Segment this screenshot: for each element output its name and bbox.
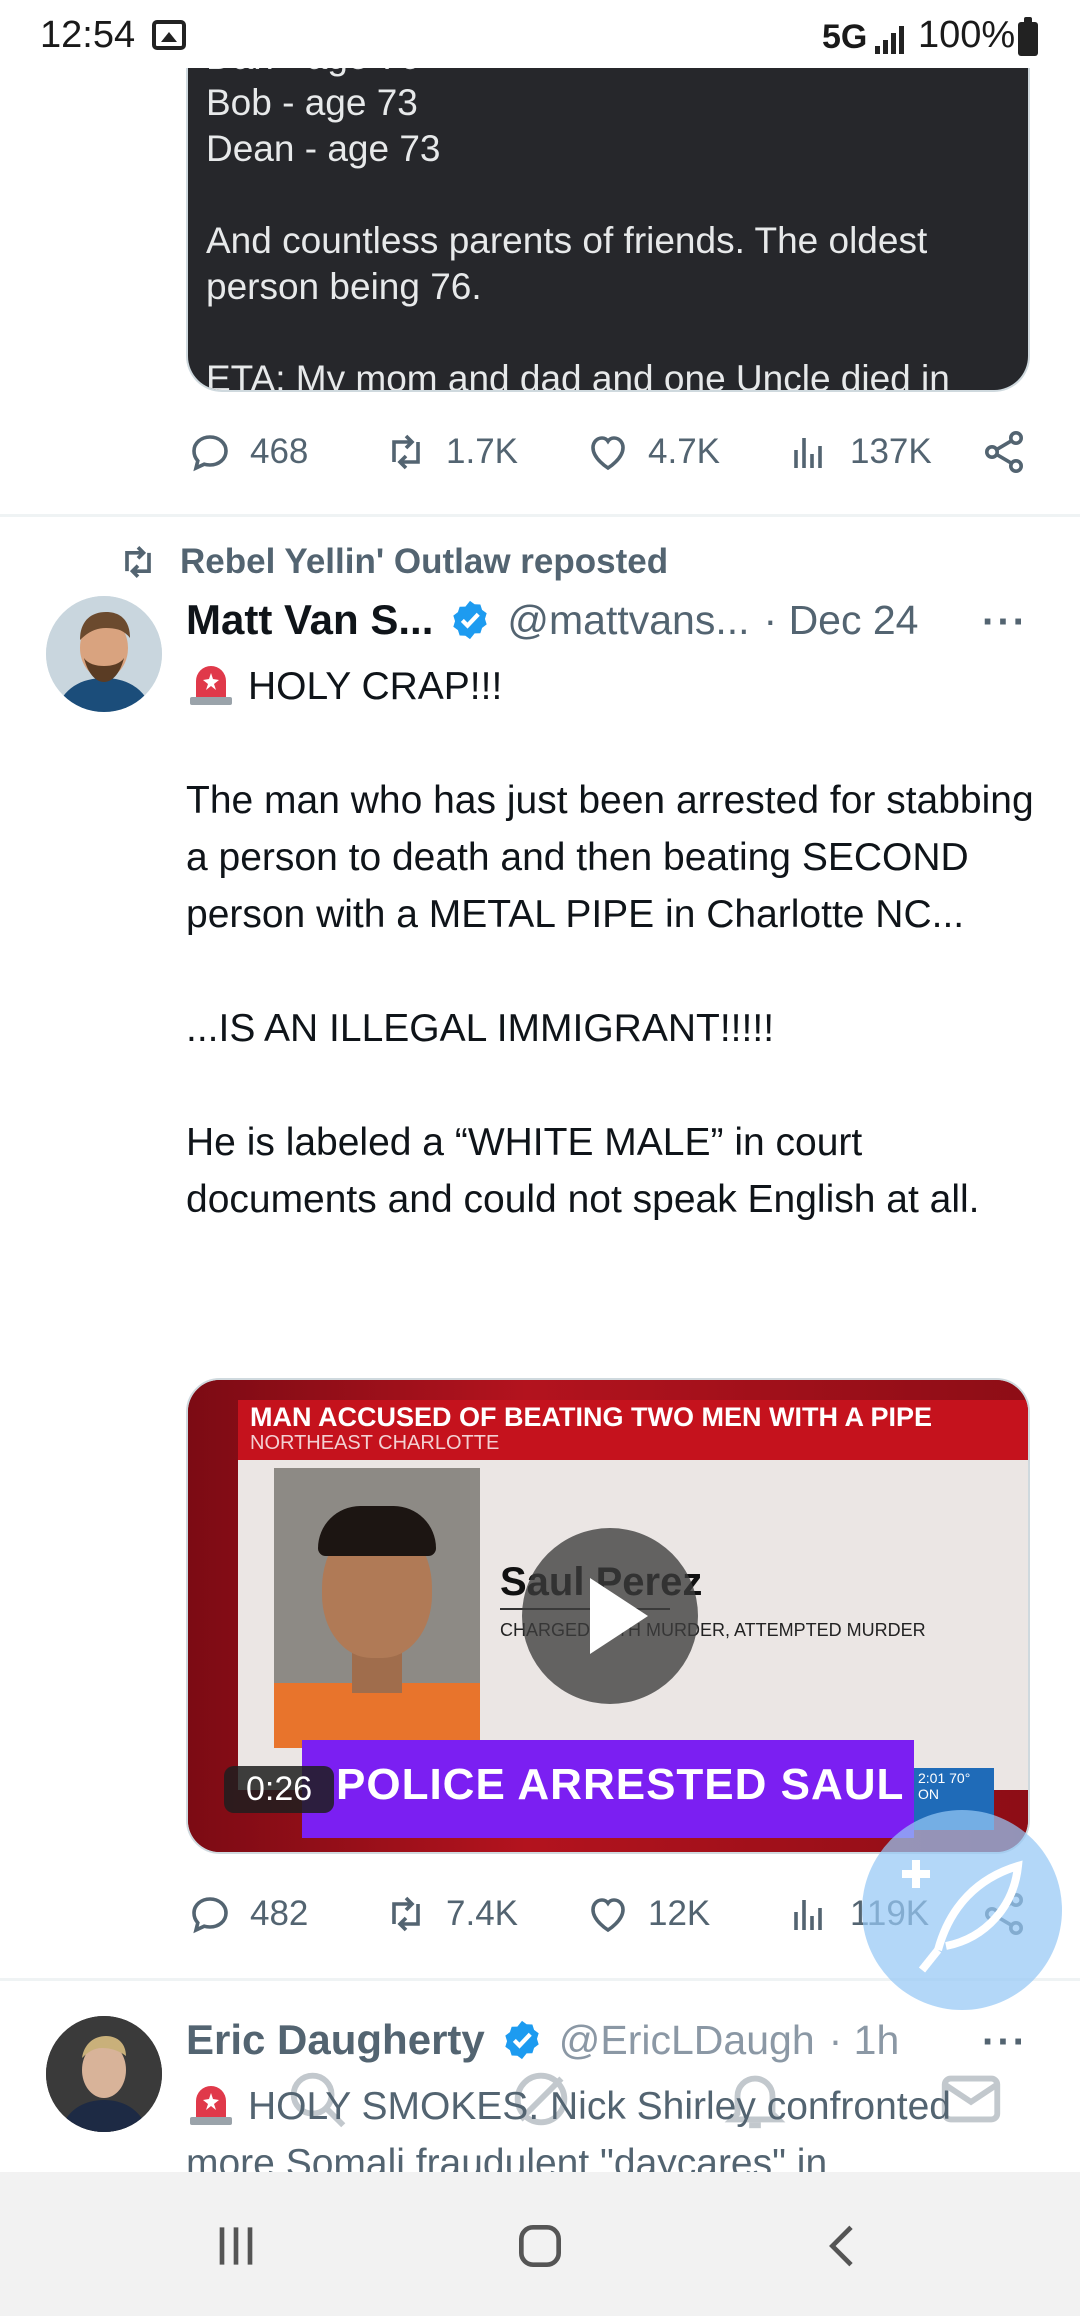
post-text-para2: ...IS AN ILLEGAL IMMIGRANT!!!!! — [186, 1007, 775, 1050]
home-icon[interactable] — [512, 2218, 568, 2274]
reply-button[interactable]: 482 — [186, 1890, 308, 1938]
avatar[interactable] — [46, 596, 162, 712]
quoted-text-line: Dean - age 73 — [206, 128, 441, 169]
notifications-bell-icon[interactable] — [720, 2064, 790, 2134]
repost-indicator[interactable]: Rebel Yellin' Outlaw reposted — [116, 540, 668, 584]
gallery-icon — [152, 20, 186, 50]
like-count: 12K — [648, 1894, 711, 1933]
play-button[interactable] — [522, 1528, 698, 1704]
post-text-para3: He is labeled a “WHITE MALE” in court do… — [186, 1121, 980, 1221]
views-icon — [794, 438, 822, 468]
views-count: 137K — [850, 432, 932, 471]
quoted-text-line: Bob - age 73 — [206, 82, 418, 123]
reply-count: 482 — [250, 1894, 309, 1933]
share-icon — [985, 431, 1023, 473]
repost-count: 1.7K — [446, 432, 518, 471]
bottom-tab-bar — [0, 2020, 1080, 2170]
like-button[interactable]: 12K — [584, 1890, 710, 1938]
post-text-para1: The man who has just been arrested for s… — [186, 779, 1034, 936]
repost-icon — [125, 546, 151, 578]
post-header: Matt Van S... @mattvans... · Dec 24 — [186, 596, 918, 644]
reply-icon — [192, 435, 228, 472]
compose-feather-icon — [902, 1860, 1023, 1973]
repost-count: 7.4K — [446, 1894, 518, 1933]
heart-icon — [591, 436, 625, 471]
siren-emoji-icon — [190, 666, 232, 705]
quoted-text-line: And countless parents of friends. The ol… — [206, 220, 928, 261]
views-icon — [794, 1900, 822, 1930]
status-bar: 12:54 5G 100% — [0, 0, 1080, 68]
grok-icon[interactable] — [506, 2064, 576, 2134]
reply-button[interactable]: 468 — [186, 428, 308, 476]
network-type: 5G — [822, 18, 868, 56]
quoted-text-line: person being 76. — [206, 266, 482, 307]
repost-label: Rebel Yellin' Outlaw reposted — [180, 542, 669, 581]
video-subhead: NORTHEAST CHARLOTTE — [250, 1432, 500, 1454]
video-banner-text: POLICE ARRESTED SAUL — [336, 1760, 905, 1809]
compose-button[interactable] — [862, 1810, 1062, 2010]
verified-badge-icon — [453, 600, 488, 640]
quoted-post-card[interactable]: Dan - age 76 Bob - age 73 Dean - age 73 … — [186, 40, 1030, 392]
heart-icon — [591, 1898, 625, 1933]
mugshot-image — [274, 1468, 480, 1748]
system-navigation-bar — [0, 2172, 1080, 2316]
battery-icon — [1018, 17, 1038, 56]
author-handle[interactable]: @mattvans... — [507, 597, 749, 644]
recent-apps-icon[interactable] — [208, 2218, 264, 2274]
video-player[interactable]: MAN ACCUSED OF BEATING TWO MEN WITH A PI… — [186, 1378, 1030, 1854]
author-photo — [46, 596, 162, 712]
quoted-text-line: ETA: My mom and dad and one Uncle died i… — [206, 358, 950, 392]
author-name[interactable]: Matt Van S... — [186, 596, 433, 644]
video-headline: MAN ACCUSED OF BEATING TWO MEN WITH A PI… — [250, 1402, 932, 1432]
search-icon[interactable] — [282, 2064, 352, 2134]
like-button[interactable]: 4.7K — [584, 428, 720, 476]
like-count: 4.7K — [648, 432, 720, 471]
reply-icon — [192, 1897, 228, 1934]
status-time: 12:54 — [40, 14, 136, 56]
repost-button[interactable]: 7.4K — [382, 1890, 518, 1938]
reply-count: 468 — [250, 432, 309, 471]
signal-icon — [875, 22, 909, 54]
back-icon[interactable] — [816, 2218, 872, 2274]
post-time[interactable]: · Dec 24 — [764, 597, 919, 644]
views-button[interactable]: 137K — [786, 428, 932, 476]
post-text: HOLY CRAP!!! The man who has just been a… — [186, 658, 1036, 1228]
share-button[interactable] — [980, 428, 1028, 476]
battery-percent: 100% — [918, 14, 1016, 56]
video-duration: 0:26 — [224, 1766, 335, 1813]
more-options-button[interactable]: ··· — [982, 600, 1028, 645]
messages-envelope-icon[interactable] — [936, 2064, 1006, 2134]
repost-button[interactable]: 1.7K — [382, 428, 518, 476]
divider — [0, 514, 1080, 517]
repost-icon — [392, 1896, 420, 1932]
repost-icon — [392, 434, 420, 470]
video-corner-text: 2:01 70° ON — [918, 1770, 971, 1802]
post-text-line1: HOLY CRAP!!! — [248, 665, 503, 708]
